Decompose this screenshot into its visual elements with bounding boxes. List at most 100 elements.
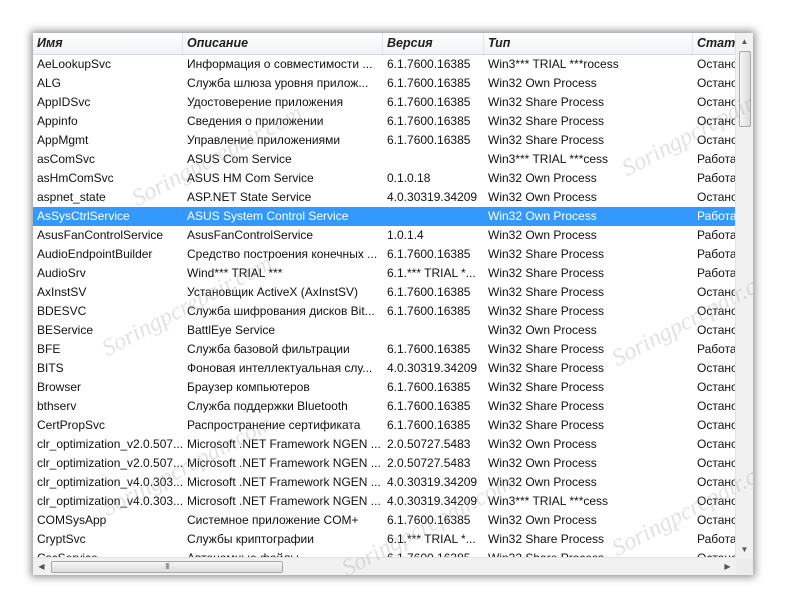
table-row[interactable]: AudioEndpointBuilder Средство построения … — [33, 245, 736, 264]
cell-name: Browser — [37, 380, 82, 394]
table-row[interactable]: BEService BattlEye Service Win32 Own Proce… — [33, 321, 736, 340]
cell-version: 6.1.*** TRIAL *... — [387, 532, 476, 546]
cell-version: 2.0.50727.5483 — [387, 437, 471, 451]
cell-name: AxInstSV — [37, 285, 87, 299]
cell-version: 4.0.30319.34209 — [387, 190, 478, 204]
table-header: Имя Описание Версия Тип Стат — [33, 33, 736, 55]
table-row[interactable]: Appinfo Сведения о приложении 6.1.7600.163… — [33, 112, 736, 131]
cell-version: 1.0.1.4 — [387, 228, 424, 242]
cell-description: Средство построения конечных ... — [187, 247, 378, 261]
vertical-scroll-thumb[interactable] — [739, 51, 751, 127]
scroll-up-icon[interactable]: ▲ — [736, 33, 753, 50]
cell-description: Microsoft .NET Framework NGEN ... — [187, 475, 381, 489]
cell-type: Win32 Share Process — [488, 285, 605, 299]
cell-status: Остано — [697, 133, 736, 147]
cell-type: Win32 Share Process — [488, 380, 605, 394]
cell-type: Win32 Share Process — [488, 361, 605, 375]
cell-type: Win32 Own Process — [488, 171, 597, 185]
cell-type: Win32 Share Process — [488, 114, 605, 128]
scroll-corner — [736, 558, 753, 575]
table-row[interactable]: AsSysCtrlService ASUS System Control Serv… — [33, 207, 736, 226]
cell-type: Win32 Own Process — [488, 475, 597, 489]
cell-name: AppMgmt — [37, 133, 89, 147]
cell-description: Wind*** TRIAL *** — [187, 266, 283, 280]
cell-status: Остано — [697, 114, 736, 128]
cell-version: 6.1.7600.16385 — [387, 285, 471, 299]
table-row[interactable]: BITS Фоновая интеллектуальная слу... 4.0.3… — [33, 359, 736, 378]
table-row[interactable]: bthserv Служба поддержки Bluetooth 6.1.760… — [33, 397, 736, 416]
cell-name: AppIDSvc — [37, 95, 91, 109]
cell-type: Win32 Own Process — [488, 513, 597, 527]
cell-status: Работа — [697, 247, 736, 261]
table-row[interactable]: clr_optimization_v2.0.507... Microsoft .N… — [33, 454, 736, 473]
horizontal-scroll-thumb[interactable]: III — [51, 561, 283, 573]
scroll-down-icon[interactable]: ▼ — [736, 541, 753, 558]
cell-description: Управление приложениями — [187, 133, 341, 147]
cell-name: clr_optimization_v2.0.507... — [37, 456, 183, 470]
horizontal-scrollbar[interactable]: ◀ III ▶ — [33, 557, 736, 575]
cell-description: Системное приложение COM+ — [187, 513, 359, 527]
table-row[interactable]: asHmComSvc ASUS HM Com Service 0.1.0.18 Win… — [33, 169, 736, 188]
table-row[interactable]: AppIDSvc Удостоверение приложения 6.1.7600… — [33, 93, 736, 112]
table-row[interactable]: clr_optimization_v4.0.303... Microsoft .N… — [33, 473, 736, 492]
column-header-status[interactable]: Стат — [693, 33, 736, 54]
cell-description: Фоновая интеллектуальная слу... — [187, 361, 373, 375]
table-row[interactable]: CryptSvc Службы криптографии 6.1.*** TRIAL… — [33, 530, 736, 549]
cell-version: 6.1.7600.16385 — [387, 114, 471, 128]
cell-type: Win32 Own Process — [488, 456, 597, 470]
cell-name: clr_optimization_v4.0.303... — [37, 494, 183, 508]
cell-type: Win32 Share Process — [488, 342, 605, 356]
table-row[interactable]: aspnet_state ASP.NET State Service 4.0.303… — [33, 188, 736, 207]
table-row[interactable]: AxInstSV Установщик ActiveX (AxInstSV) 6.1… — [33, 283, 736, 302]
cell-status: Работа — [697, 228, 736, 242]
table-row[interactable]: asComSvc ASUS Com Service Win3*** TRIAL **… — [33, 150, 736, 169]
cell-description: Распространение сертификата — [187, 418, 361, 432]
services-table: Имя Описание Версия Тип Стат AeLookupSvc… — [33, 33, 736, 558]
column-header-type[interactable]: Тип — [484, 33, 693, 54]
scroll-left-icon[interactable]: ◀ — [33, 558, 50, 575]
cell-description: Microsoft .NET Framework NGEN ... — [187, 437, 381, 451]
cell-status: Остано — [697, 285, 736, 299]
column-header-description[interactable]: Описание — [183, 33, 383, 54]
table-body: AeLookupSvc Информация о совместимости ..… — [33, 55, 736, 558]
table-row[interactable]: AppMgmt Управление приложениями 6.1.7600.1… — [33, 131, 736, 150]
cell-name: BFE — [37, 342, 61, 356]
table-row[interactable]: BFE Служба базовой фильтрации 6.1.7600.163… — [33, 340, 736, 359]
cell-version: 6.1.7600.16385 — [387, 95, 471, 109]
table-row[interactable]: clr_optimization_v4.0.303... Microsoft .N… — [33, 492, 736, 511]
cell-status: Работа — [697, 532, 736, 546]
cell-version: 4.0.30319.34209 — [387, 475, 478, 489]
table-row[interactable]: Browser Браузер компьютеров 6.1.7600.16385… — [33, 378, 736, 397]
table-row[interactable]: AeLookupSvc Информация о совместимости ..… — [33, 55, 736, 74]
cell-status: Остано — [697, 304, 736, 318]
table-row[interactable]: CertPropSvc Распространение сертификата 6.… — [33, 416, 736, 435]
cell-status: Остано — [697, 418, 736, 432]
cell-description: Браузер компьютеров — [187, 380, 310, 394]
cell-status: Работа — [697, 152, 736, 166]
cell-description: AsusFanControlService — [187, 228, 314, 242]
column-header-name[interactable]: Имя — [33, 33, 183, 54]
cell-status: Остано — [697, 456, 736, 470]
cell-type: Win32 Share Process — [488, 532, 605, 546]
cell-version: 6.1.7600.16385 — [387, 57, 471, 71]
cell-type: Win32 Own Process — [488, 228, 597, 242]
cell-status: Работа — [697, 342, 736, 356]
table-row[interactable]: ALG Служба шлюза уровня прилож... 6.1.7600… — [33, 74, 736, 93]
cell-name: BITS — [37, 361, 64, 375]
cell-description: Установщик ActiveX (AxInstSV) — [187, 285, 359, 299]
table-row[interactable]: BDESVC Служба шифрования дисков Bit... 6.1… — [33, 302, 736, 321]
column-header-version[interactable]: Версия — [383, 33, 484, 54]
scroll-right-icon[interactable]: ▶ — [719, 558, 736, 575]
cell-type: Win32 Own Process — [488, 323, 597, 337]
cell-name: asComSvc — [37, 152, 96, 166]
cell-status: Остано — [697, 361, 736, 375]
cell-version: 6.1.7600.16385 — [387, 76, 471, 90]
cell-name: AsusFanControlService — [37, 228, 164, 242]
table-row[interactable]: AsusFanControlService AsusFanControlServi… — [33, 226, 736, 245]
table-row[interactable]: clr_optimization_v2.0.507... Microsoft .N… — [33, 435, 736, 454]
cell-status: Остано — [697, 437, 736, 451]
cell-description: ASUS System Control Service — [187, 209, 349, 223]
table-row[interactable]: AudioSrv Wind*** TRIAL *** 6.1.*** TRIAL *… — [33, 264, 736, 283]
table-row[interactable]: COMSysApp Системное приложение COM+ 6.1.76… — [33, 511, 736, 530]
vertical-scrollbar[interactable]: ▲ ▼ — [735, 33, 753, 558]
